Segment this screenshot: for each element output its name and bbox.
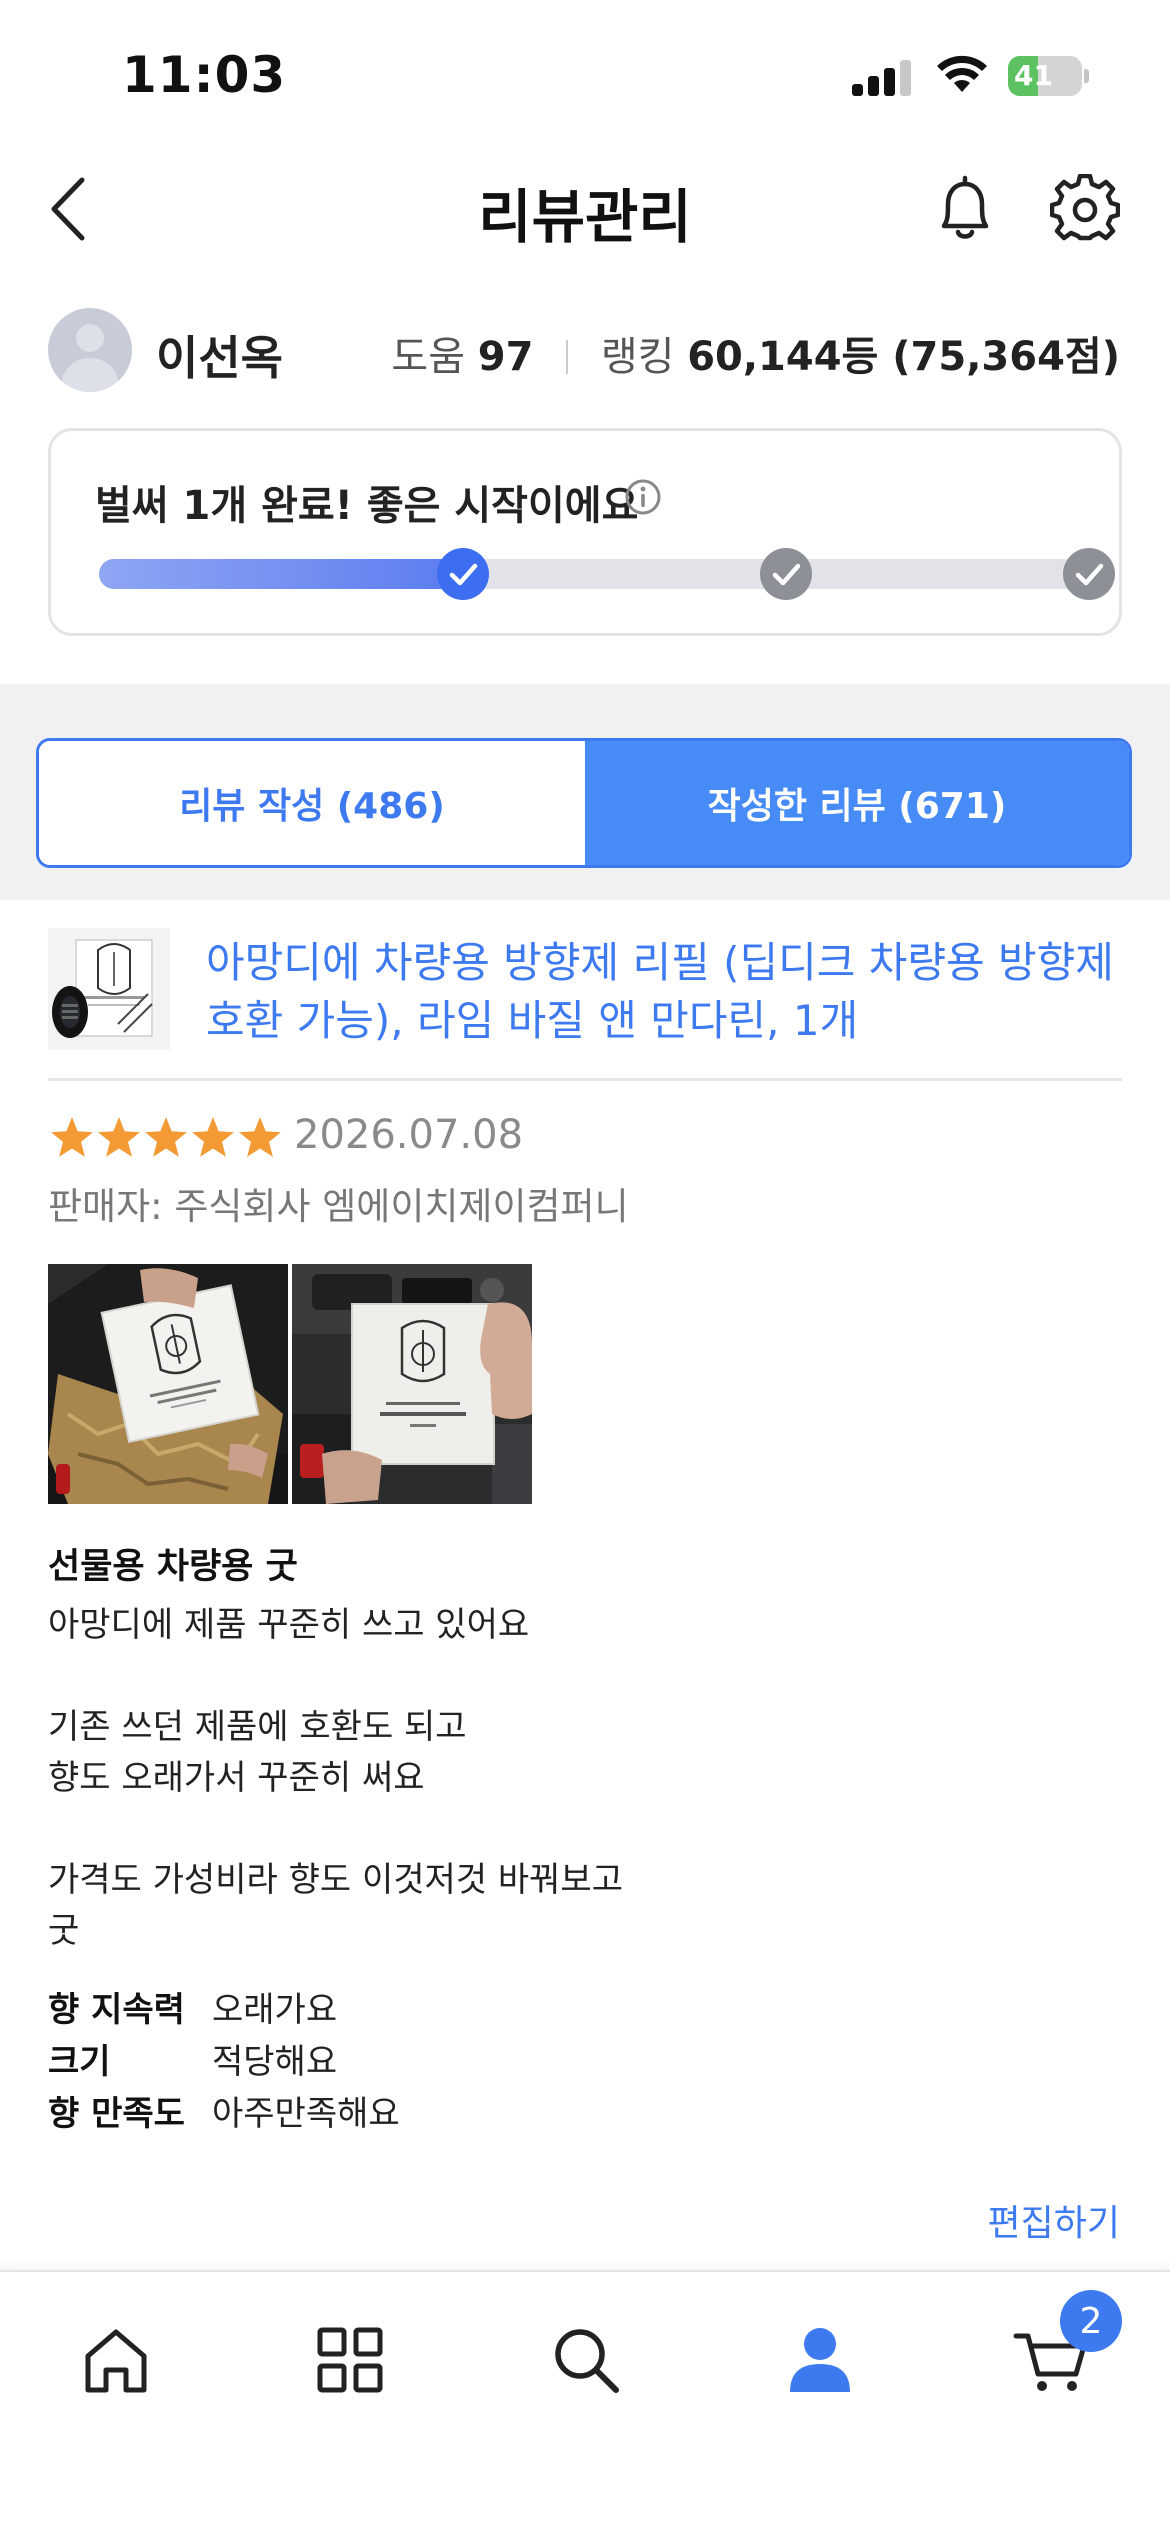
rank-label: 랭킹	[600, 334, 675, 380]
cart-count-badge: 2	[1060, 2290, 1122, 2352]
bell-icon[interactable]	[932, 174, 998, 244]
my-page-icon[interactable]	[780, 2320, 860, 2400]
progress-track	[99, 559, 1109, 589]
user-name: 이선옥	[156, 331, 283, 385]
tab-written-reviews[interactable]: 작성한 리뷰 (671)	[585, 741, 1129, 865]
signal-icon	[852, 58, 912, 96]
progress-message: 벌써 1개 완료! 좋은 시작이에요	[95, 483, 639, 529]
help-count: 97	[477, 334, 534, 380]
attribute-value: 적당해요	[212, 2042, 338, 2082]
gear-icon[interactable]	[1050, 174, 1120, 244]
divider	[48, 1078, 1122, 1081]
product-name-link[interactable]: 아망디에 차량용 방향제 리필 (딥디크 차량용 방향제 호환 가능), 라임 …	[206, 934, 1126, 1050]
review-body: 아망디에 제품 꾸준히 쓰고 있어요 기존 쓰던 제품에 호환도 되고 향도 오…	[48, 1605, 623, 1951]
avatar[interactable]	[48, 308, 132, 392]
wifi-icon	[937, 55, 987, 92]
progress-step-1	[436, 548, 489, 600]
header: 리뷰관리	[0, 140, 1170, 270]
help-label: 도움	[391, 334, 466, 380]
attribute-value: 오래가요	[212, 1990, 338, 2030]
rank-value: 60,144등 (75,364점)	[687, 334, 1120, 380]
edit-review-link[interactable]: 편집하기	[988, 2194, 1120, 2246]
star-icon	[145, 1117, 187, 1157]
progress-step-2	[759, 548, 812, 600]
progress-step-3	[1062, 548, 1115, 600]
bottom-tab-bar	[0, 2270, 1170, 2532]
search-icon[interactable]	[546, 2320, 626, 2400]
info-icon[interactable]	[623, 477, 663, 517]
attribute-label: 향 만족도	[48, 2094, 185, 2134]
star-icon	[192, 1117, 234, 1157]
attribute-row: 크기 적당해요	[48, 2036, 337, 2088]
status-bar: 11:03 41	[0, 0, 1170, 140]
progress-fill	[99, 559, 463, 589]
profile-summary: 이선옥 도움 97 랭킹 60,144등 (75,364점)	[0, 300, 1170, 400]
home-icon[interactable]	[76, 2320, 156, 2400]
product-thumbnail[interactable]	[48, 928, 170, 1050]
stats-divider	[566, 340, 569, 374]
review-title: 선물용 차량용 굿	[48, 1547, 298, 1587]
battery-level: 41	[1014, 59, 1053, 92]
attribute-label: 크기	[48, 2042, 111, 2082]
star-rating	[51, 1117, 281, 1157]
star-icon	[51, 1117, 93, 1157]
attribute-row: 향 만족도 아주만족해요	[48, 2088, 400, 2140]
review-photo-2[interactable]	[292, 1264, 532, 1504]
categories-icon[interactable]	[310, 2320, 390, 2400]
review-date: 2026.07.08	[294, 1112, 524, 1158]
review-photo-1[interactable]	[48, 1264, 288, 1504]
user-stats: 도움 97 랭킹 60,144등 (75,364점)	[391, 324, 1120, 382]
status-time: 11:03	[122, 46, 287, 104]
progress-card: 벌써 1개 완료! 좋은 시작이에요	[48, 428, 1122, 636]
attribute-value: 아주만족해요	[212, 2094, 400, 2134]
attribute-label: 향 지속력	[48, 1990, 185, 2030]
review-tabs: 리뷰 작성 (486) 작성한 리뷰 (671)	[36, 738, 1132, 868]
seller-name: 판매자: 주식회사 엠에이치제이컴퍼니	[48, 1185, 629, 1228]
tab-write-review[interactable]: 리뷰 작성 (486)	[39, 741, 585, 865]
attribute-row: 향 지속력 오래가요	[48, 1984, 337, 2036]
battery-icon: 41	[1008, 56, 1089, 96]
star-icon	[239, 1117, 281, 1157]
star-icon	[98, 1117, 140, 1157]
